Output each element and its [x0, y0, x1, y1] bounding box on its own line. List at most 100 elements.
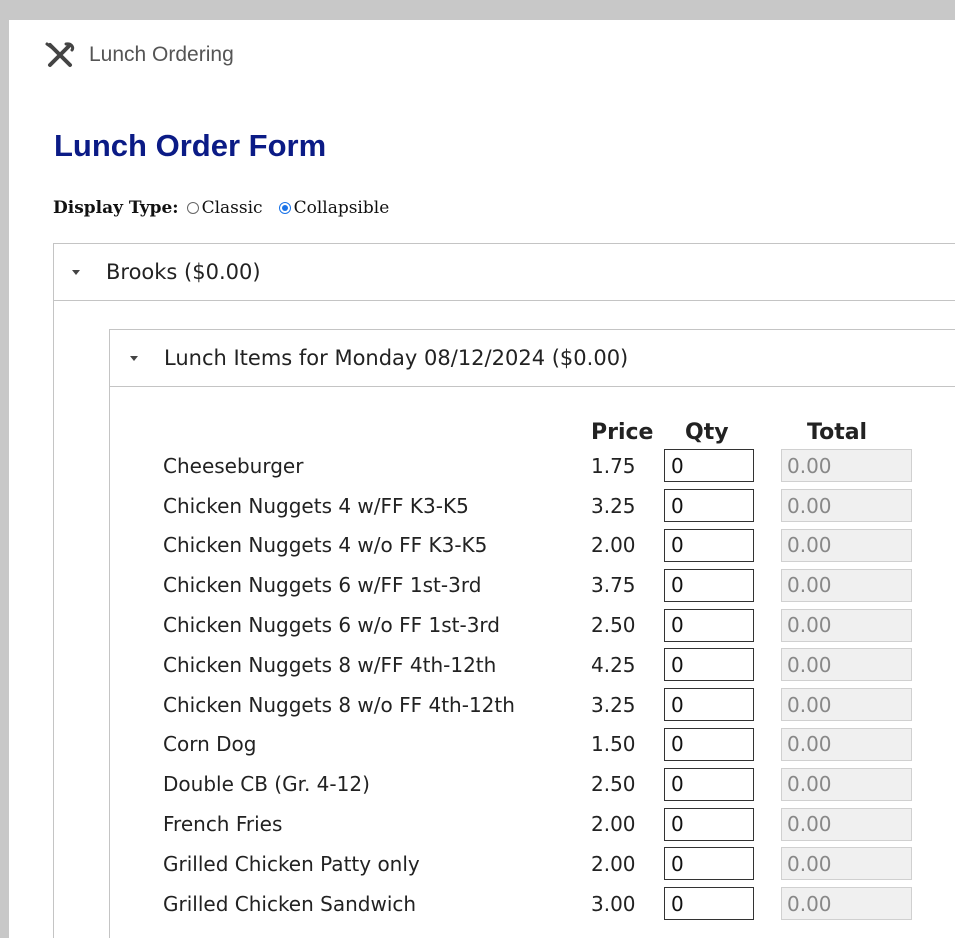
item-name: Chicken Nuggets 8 w/FF 4th-12th [163, 652, 497, 677]
table-row: Chicken Nuggets 6 w/FF 1st-3rd 3.75 [163, 565, 942, 605]
item-total-cell [781, 565, 942, 605]
qty-input[interactable] [664, 847, 754, 881]
display-type-selector: Display Type: Classic Collapsible [53, 198, 405, 218]
qty-input[interactable] [664, 727, 754, 761]
caret-down-icon[interactable] [72, 269, 80, 275]
display-type-label: Display Type: [53, 198, 179, 218]
display-type-collapsible[interactable]: Collapsible [278, 198, 390, 218]
item-total-cell [781, 844, 942, 884]
table-row: Chicken Nuggets 4 w/o FF K3-K5 2.00 [163, 526, 942, 566]
qty-input[interactable] [664, 648, 754, 682]
qty-input[interactable] [664, 807, 754, 841]
item-total-cell [781, 685, 942, 725]
app-frame: Lunch Ordering Lunch Order Form Display … [9, 20, 955, 938]
item-price: 2.00 [591, 533, 636, 558]
table-row: Corn Dog 1.50 [163, 725, 942, 765]
total-field [781, 887, 912, 921]
qty-input[interactable] [664, 767, 754, 801]
total-field [781, 449, 912, 483]
radio-collapsible-label: Collapsible [293, 198, 390, 218]
column-header-total: Total [807, 419, 868, 445]
item-price: 1.50 [591, 732, 636, 757]
qty-input[interactable] [664, 608, 754, 642]
radio-classic-label: Classic [201, 198, 263, 218]
table-row: Cheeseburger 1.75 [163, 446, 942, 486]
column-header-price: Price [591, 419, 654, 445]
item-qty-cell [664, 804, 781, 844]
app-title: Lunch Ordering [89, 43, 234, 66]
qty-input[interactable] [664, 887, 754, 921]
qty-input[interactable] [664, 449, 754, 483]
item-price: 4.25 [591, 652, 636, 677]
item-name: Chicken Nuggets 4 w/FF K3-K5 [163, 493, 469, 518]
item-name: Double CB (Gr. 4-12) [163, 772, 370, 797]
table-row: Chicken Nuggets 8 w/o FF 4th-12th 3.25 [163, 685, 942, 725]
item-qty-cell [664, 565, 781, 605]
item-price: 3.75 [591, 573, 636, 598]
item-name: Chicken Nuggets 6 w/FF 1st-3rd [163, 573, 482, 598]
item-qty-cell [664, 764, 781, 804]
total-field [781, 688, 912, 722]
total-field [781, 528, 912, 562]
lunch-items-body: Cheeseburger 1.75 Chicken Nuggets 4 w/FF K… [163, 446, 942, 924]
qty-input[interactable] [664, 489, 754, 523]
item-price: 2.50 [591, 772, 636, 797]
item-total-cell [781, 804, 942, 844]
item-name: Corn Dog [163, 732, 257, 757]
radio-classic[interactable] [186, 202, 199, 214]
item-name: French Fries [163, 812, 283, 837]
item-total-cell [781, 884, 942, 924]
item-total-cell [781, 526, 942, 566]
item-name: Grilled Chicken Sandwich [163, 891, 417, 916]
app-header: Lunch Ordering [45, 42, 234, 68]
table-row: Double CB (Gr. 4-12) 2.50 [163, 764, 942, 804]
total-field [781, 568, 912, 602]
caret-down-icon[interactable] [130, 355, 138, 361]
table-header-row: Price Qty Total [163, 418, 942, 446]
qty-input[interactable] [664, 528, 754, 562]
item-name: Cheeseburger [163, 453, 304, 478]
item-total-cell [781, 764, 942, 804]
column-header-name [163, 418, 591, 446]
radio-collapsible[interactable] [278, 202, 291, 214]
table-row: French Fries 2.00 [163, 804, 942, 844]
item-qty-cell [664, 844, 781, 884]
item-total-cell [781, 645, 942, 685]
display-type-classic[interactable]: Classic [186, 198, 263, 218]
table-row: Chicken Nuggets 4 w/FF K3-K5 3.25 [163, 486, 942, 526]
item-qty-cell [664, 526, 781, 566]
total-field [781, 767, 912, 801]
item-total-cell [781, 486, 942, 526]
item-total-cell [781, 725, 942, 765]
total-field [781, 489, 912, 523]
item-qty-cell [664, 685, 781, 725]
location-panel: Brooks ($0.00) Lunch Items for Monday 08… [53, 243, 955, 938]
item-qty-cell [664, 486, 781, 526]
item-price: 2.50 [591, 613, 636, 638]
day-panel-header[interactable]: Lunch Items for Monday 08/12/2024 ($0.00… [110, 330, 955, 387]
item-price: 3.25 [591, 692, 636, 717]
item-price: 3.00 [591, 891, 636, 916]
qty-input[interactable] [664, 688, 754, 722]
item-qty-cell [664, 645, 781, 685]
total-field [781, 727, 912, 761]
location-panel-header[interactable]: Brooks ($0.00) [54, 244, 955, 301]
item-name: Chicken Nuggets 4 w/o FF K3-K5 [163, 533, 488, 558]
item-qty-cell [664, 446, 781, 486]
total-field [781, 807, 912, 841]
item-name: Chicken Nuggets 6 w/o FF 1st-3rd [163, 613, 500, 638]
item-total-cell [781, 446, 942, 486]
item-total-cell [781, 605, 942, 645]
page-title: Lunch Order Form [54, 128, 327, 163]
day-panel: Lunch Items for Monday 08/12/2024 ($0.00… [109, 329, 955, 938]
item-price: 3.25 [591, 493, 636, 518]
item-price: 2.00 [591, 812, 636, 837]
item-qty-cell [664, 605, 781, 645]
utensils-icon [45, 42, 75, 68]
location-label: Brooks ($0.00) [106, 260, 261, 284]
table-row: Chicken Nuggets 6 w/o FF 1st-3rd 2.50 [163, 605, 942, 645]
item-name: Grilled Chicken Patty only [163, 851, 420, 876]
total-field [781, 608, 912, 642]
table-row: Chicken Nuggets 8 w/FF 4th-12th 4.25 [163, 645, 942, 685]
qty-input[interactable] [664, 568, 754, 602]
